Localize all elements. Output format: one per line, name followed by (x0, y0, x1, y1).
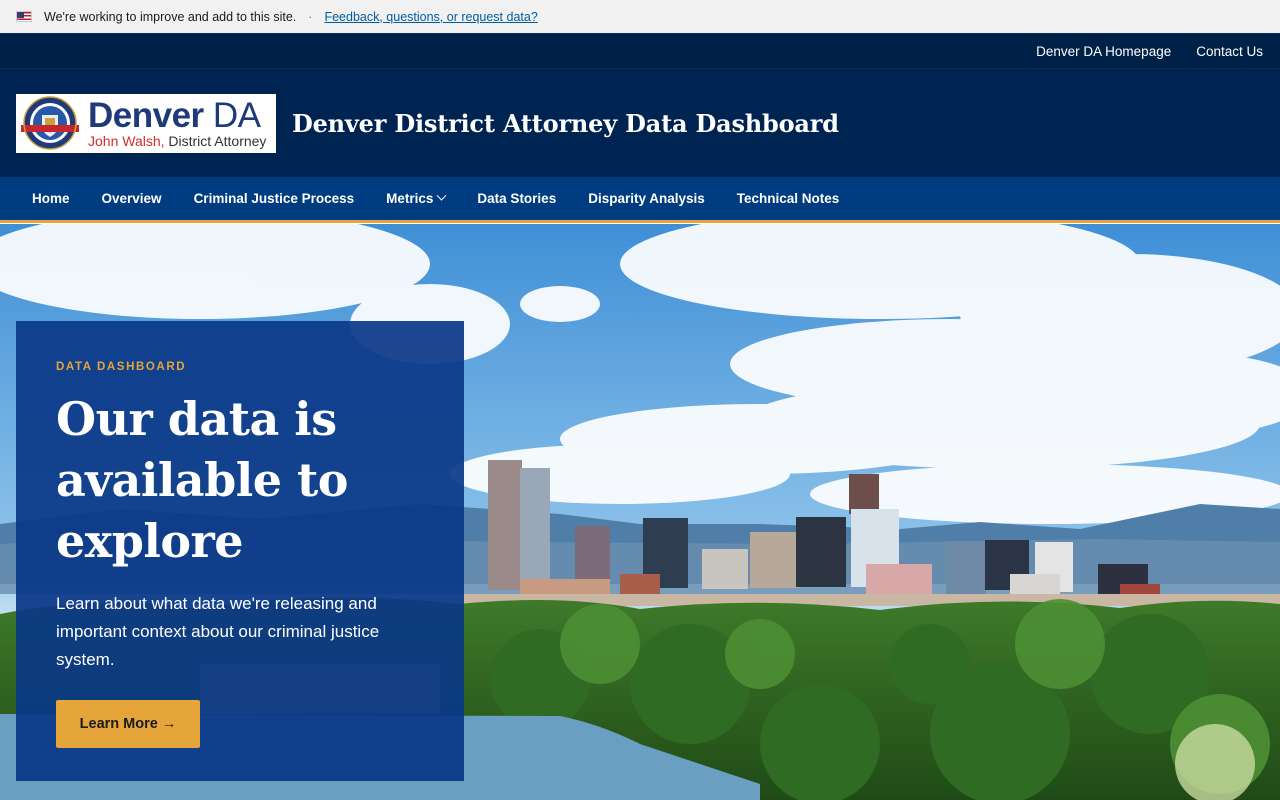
hero-heading: Our data is available to explore (56, 389, 424, 572)
contact-us-link[interactable]: Contact Us (1196, 44, 1263, 59)
hero: DATA DASHBOARD Our data is available to … (0, 224, 1280, 800)
denver-da-logo[interactable]: Denver DA John Walsh, District Attorney (16, 93, 276, 153)
nav-item-criminal-justice-process[interactable]: Criminal Justice Process (178, 191, 371, 206)
hero-heading-line: available to (56, 453, 348, 507)
us-flag-icon (16, 11, 32, 22)
hero-eyebrow: DATA DASHBOARD (56, 361, 187, 373)
nav-item-disparity-analysis[interactable]: Disparity Analysis (572, 191, 721, 206)
nav-item-label: Criminal Justice Process (193, 191, 355, 206)
nav-item-label: Data Stories (477, 191, 557, 206)
nav-item-label: Disparity Analysis (588, 191, 705, 206)
logo-name-text: John Walsh, (88, 133, 165, 149)
learn-more-button[interactable]: Learn More → (56, 700, 200, 748)
hero-heading-line: explore (56, 514, 244, 568)
hero-heading-line: Our data is (56, 392, 337, 446)
gov-banner: We're working to improve and add to this… (0, 0, 1280, 33)
utility-nav: Denver DA Homepage Contact Us (0, 33, 1280, 69)
gov-banner-message: We're working to improve and add to this… (44, 9, 297, 24)
logo-role-text: District Attorney (168, 133, 267, 149)
logo-main-text: Denver (88, 96, 204, 135)
nav-item-label: Overview (101, 191, 162, 206)
logo-da-text: DA (212, 96, 261, 135)
chevron-down-icon (436, 190, 447, 201)
nav-item-label: Technical Notes (736, 191, 840, 206)
hero-card: DATA DASHBOARD Our data is available to … (16, 321, 464, 781)
nav-item-metrics[interactable]: Metrics (370, 190, 461, 206)
nav-item-label: Metrics (386, 191, 434, 206)
site-header: Denver DA John Walsh, District Attorney … (0, 69, 1280, 177)
nav-item-home[interactable]: Home (16, 191, 86, 206)
nav-item-label: Home (32, 191, 70, 206)
feedback-link[interactable]: Feedback, questions, or request data? (324, 10, 537, 24)
denver-da-homepage-link[interactable]: Denver DA Homepage (1036, 44, 1171, 59)
nav-item-data-stories[interactable]: Data Stories (461, 191, 572, 206)
nav-item-technical-notes[interactable]: Technical Notes (721, 191, 856, 206)
district-attorney-seal-icon (18, 95, 82, 151)
nav-item-overview[interactable]: Overview (86, 191, 178, 206)
gov-banner-separator: · (308, 9, 313, 24)
hero-description: Learn about what data we're releasing an… (56, 594, 380, 669)
site-title[interactable]: Denver District Attorney Data Dashboard (292, 109, 839, 138)
main-nav: Home Overview Criminal Justice Process M… (0, 177, 1280, 223)
